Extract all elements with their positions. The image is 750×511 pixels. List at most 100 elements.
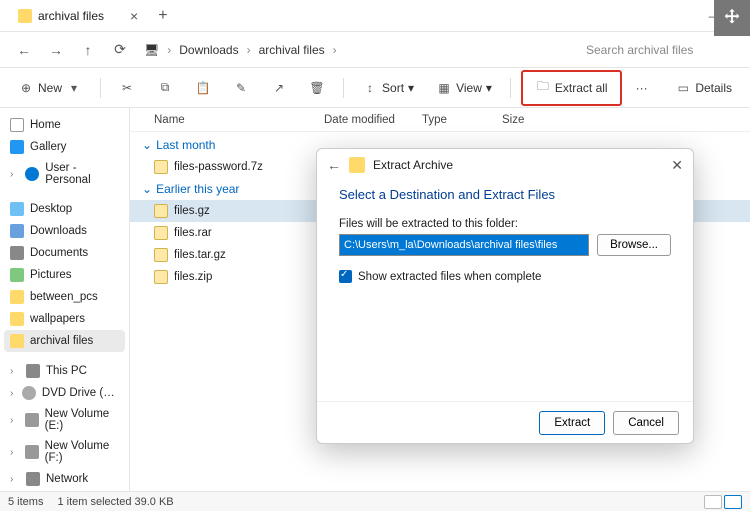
status-count: 5 items [8,496,43,508]
extract-all-button[interactable]: 🗀Extract all [527,74,616,102]
sidebar-item-archival[interactable]: archival files [4,330,125,352]
rename-icon: ✎ [233,80,249,96]
chevron-right-icon: › [167,43,171,57]
col-type[interactable]: Type [422,114,502,126]
gallery-icon [10,140,24,154]
chevron-down-icon: ▾ [486,81,492,95]
more-button[interactable]: ··· [628,74,656,102]
folder-label: Files will be extracted to this folder: [339,218,671,230]
dvd-icon [22,386,36,400]
archive-icon [154,160,168,174]
extract-icon: 🗀 [535,80,551,96]
search-input[interactable]: Search archival files [580,38,740,62]
status-selection: 1 item selected 39.0 KB [57,496,173,508]
sidebar-item-downloads[interactable]: Downloads [4,220,125,242]
sidebar-item-dvd[interactable]: ›DVD Drive (D:) CCCOMA [4,382,125,404]
pc-icon: 🖥 [144,43,159,57]
up-button[interactable]: ↑ [74,36,102,64]
tab-title: archival files [38,9,104,23]
view-button[interactable]: ▦View▾ [428,74,500,102]
sidebar-item-drive-f[interactable]: ›New Volume (F:) [4,436,125,468]
sidebar-item-thispc[interactable]: ›This PC [4,360,125,382]
sort-button[interactable]: ↕Sort▾ [354,74,422,102]
new-tab-button[interactable]: + [158,7,167,25]
separator [510,78,511,98]
sidebar-item-pictures[interactable]: Pictures [4,264,125,286]
copy-icon: ⧉ [157,80,173,96]
crumb-downloads[interactable]: Downloads [179,43,238,57]
chevron-right-icon: › [333,43,337,57]
pc-icon [26,364,40,378]
archive-icon [154,270,168,284]
desktop-icon [10,202,24,216]
show-files-checkbox[interactable]: Show extracted files when complete [339,270,671,283]
extract-button[interactable]: Extract [539,411,605,435]
sidebar-item-wallpapers[interactable]: wallpapers [4,308,125,330]
trash-icon: 🗑 [309,80,325,96]
paste-button[interactable]: 📋 [187,74,219,102]
chevron-down-icon: ⌄ [142,138,152,152]
folder-icon [10,334,24,348]
archive-icon [154,204,168,218]
column-headers[interactable]: Name Date modified Type Size [130,108,750,132]
folder-icon [10,290,24,304]
sidebar-item-network[interactable]: ›Network [4,468,125,490]
details-button[interactable]: ▭Details [667,74,740,102]
crumb-archival[interactable]: archival files [259,43,325,57]
paste-icon: 📋 [195,80,211,96]
chevron-right-icon: › [10,447,19,458]
delete-button[interactable]: 🗑 [301,74,333,102]
folder-icon [349,157,365,173]
chevron-right-icon: › [10,415,19,426]
view-list-toggle[interactable] [704,495,722,509]
drive-icon [25,445,39,459]
separator [100,78,101,98]
checkbox-icon [339,270,352,283]
col-name[interactable]: Name [154,114,324,126]
forward-button[interactable]: → [42,36,70,64]
sidebar-item-home[interactable]: Home [4,114,125,136]
back-button[interactable]: ← [10,36,38,64]
drive-icon [25,413,39,427]
breadcrumb[interactable]: 🖥 › Downloads › archival files › [144,43,576,57]
documents-icon [10,246,24,260]
chevron-right-icon: › [10,474,20,485]
close-icon[interactable]: ✕ [671,157,683,174]
sidebar-item-linux[interactable]: ›Linux [4,490,125,491]
chevron-right-icon: › [10,388,16,399]
chevron-down-icon: ▾ [408,81,414,95]
cancel-button[interactable]: Cancel [613,411,679,435]
cut-button[interactable]: ✂ [111,74,143,102]
rename-button[interactable]: ✎ [225,74,257,102]
sidebar-item-desktop[interactable]: Desktop [4,198,125,220]
chevron-right-icon: › [10,169,19,180]
refresh-button[interactable]: ⟳ [106,36,134,64]
add-icon: ⊕ [18,80,34,96]
view-details-toggle[interactable] [724,495,742,509]
new-button[interactable]: ⊕New▾ [10,74,90,102]
browse-button[interactable]: Browse... [597,234,671,256]
archive-icon [154,226,168,240]
sidebar-item-documents[interactable]: Documents [4,242,125,264]
col-date[interactable]: Date modified [324,114,422,126]
home-icon [10,118,24,132]
sidebar-item-betweenpcs[interactable]: between_pcs [4,286,125,308]
back-button[interactable]: ← [327,157,341,173]
close-tab-icon[interactable]: × [130,8,138,24]
copy-button[interactable]: ⧉ [149,74,181,102]
destination-input[interactable]: C:\Users\m_la\Downloads\archival files\f… [339,234,589,256]
sidebar-item-onedrive[interactable]: ›User - Personal [4,158,125,190]
extract-dialog: ← Extract Archive ✕ Select a Destination… [316,148,694,444]
dialog-heading: Select a Destination and Extract Files [339,187,671,202]
col-size[interactable]: Size [502,114,562,126]
network-icon [26,472,40,486]
share-icon: ↗ [271,80,287,96]
window-tab[interactable]: archival files × [8,4,148,28]
share-button[interactable]: ↗ [263,74,295,102]
sort-icon: ↕ [362,80,378,96]
folder-icon [18,9,32,23]
sidebar-item-gallery[interactable]: Gallery [4,136,125,158]
sidebar-item-drive-e[interactable]: ›New Volume (E:) [4,404,125,436]
archive-icon [154,248,168,262]
folder-icon [10,312,24,326]
